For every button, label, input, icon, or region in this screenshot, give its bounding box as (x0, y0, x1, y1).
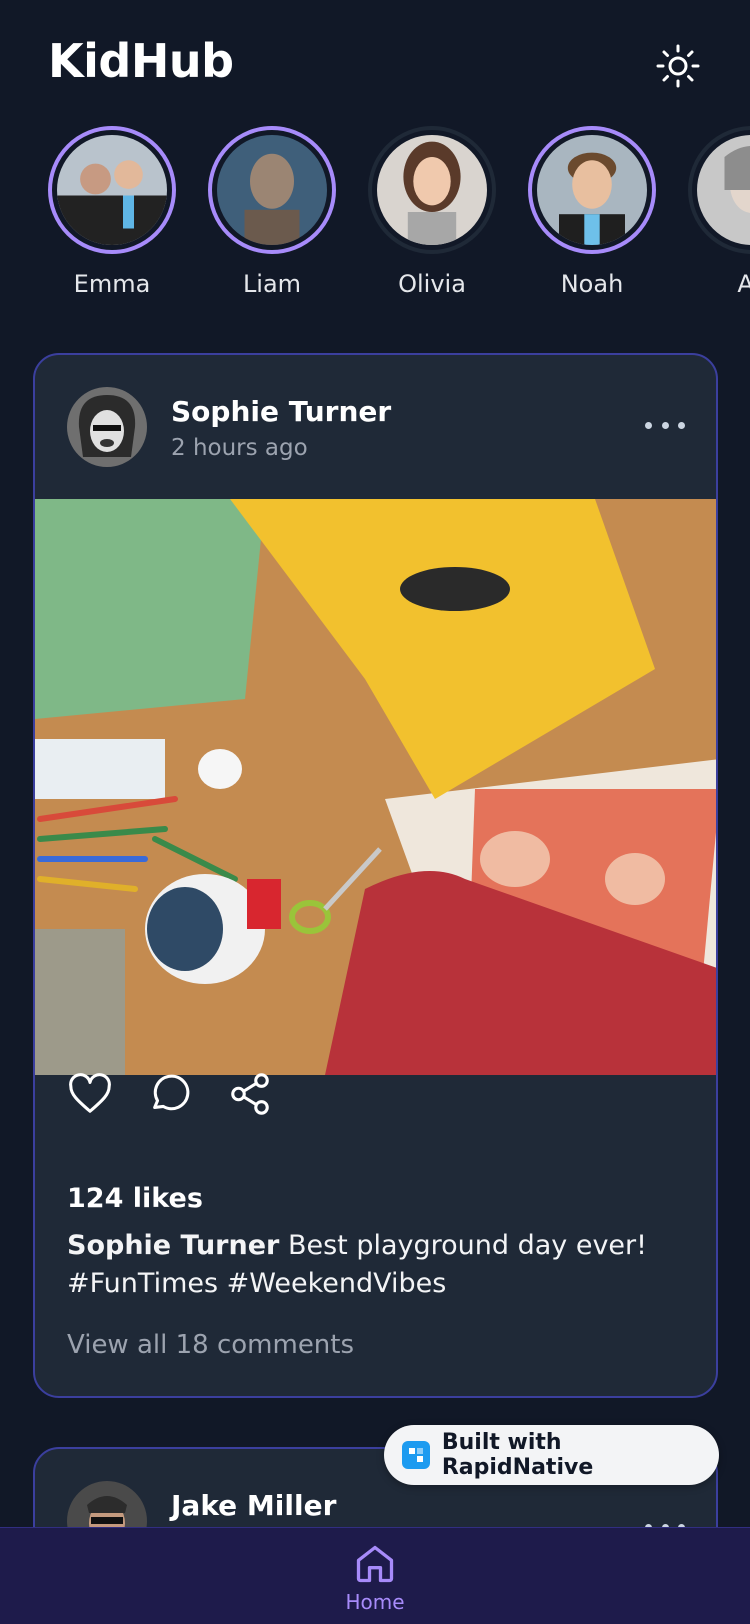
story-name: Noah (560, 270, 624, 298)
avatar (377, 135, 487, 245)
avatar (217, 135, 327, 245)
story-liam[interactable]: Liam (207, 126, 337, 298)
story-name: Av (737, 270, 750, 298)
theme-toggle-button[interactable] (652, 40, 704, 92)
share-button[interactable] (227, 1071, 273, 1117)
post-image[interactable] (35, 499, 716, 1075)
post-header: Sophie Turner 2 hours ago (35, 355, 716, 500)
avatar (57, 135, 167, 245)
nav-home-tab[interactable]: Home (335, 1528, 415, 1624)
nav-home-label: Home (345, 1590, 405, 1614)
dot-icon (678, 421, 685, 429)
post-actions (67, 1071, 287, 1121)
story-av[interactable]: Av (687, 126, 750, 298)
story-ring (208, 126, 336, 254)
post-caption: Sophie Turner Best playground day ever! … (67, 1227, 687, 1303)
rapidnative-logo-icon (402, 1441, 430, 1469)
like-button[interactable] (67, 1071, 113, 1117)
dot-icon (661, 421, 669, 429)
stories-row: Emma Liam Olivia Noah A (0, 126, 750, 306)
post-username[interactable]: Jake Miller (171, 1489, 336, 1522)
post-card: Sophie Turner 2 hours ago 124 likes Soph… (33, 353, 718, 1398)
heart-icon (69, 1073, 111, 1113)
sun-icon (656, 44, 700, 88)
dot-icon (645, 421, 652, 429)
story-emma[interactable]: Emma (47, 126, 177, 298)
post-username[interactable]: Sophie Turner (171, 395, 391, 428)
avatar (537, 135, 647, 245)
post-timestamp: 2 hours ago (171, 435, 308, 461)
avatar[interactable] (67, 387, 147, 467)
more-options-button[interactable] (645, 415, 685, 435)
story-name: Olivia (398, 270, 466, 298)
share-icon (231, 1073, 269, 1115)
app-header: KidHub (0, 0, 750, 125)
bottom-nav: Home (0, 1527, 750, 1624)
badge-label: Built with RapidNative (441, 1430, 594, 1480)
story-ring (48, 126, 176, 254)
caption-username[interactable]: Sophie Turner (67, 1230, 279, 1261)
view-comments-link[interactable]: View all 18 comments (67, 1330, 354, 1360)
story-ring (368, 126, 496, 254)
comment-icon (153, 1074, 190, 1111)
story-noah[interactable]: Noah (527, 126, 657, 298)
story-ring (688, 126, 750, 254)
comment-button[interactable] (147, 1071, 193, 1117)
home-icon (356, 1545, 394, 1583)
avatar (697, 135, 750, 245)
story-ring (528, 126, 656, 254)
story-name: Liam (242, 270, 302, 298)
story-name: Emma (73, 270, 151, 298)
likes-count: 124 likes (67, 1183, 203, 1214)
app-title: KidHub (48, 34, 234, 88)
story-olivia[interactable]: Olivia (367, 126, 497, 298)
built-with-badge[interactable]: Built with RapidNative (384, 1425, 719, 1485)
